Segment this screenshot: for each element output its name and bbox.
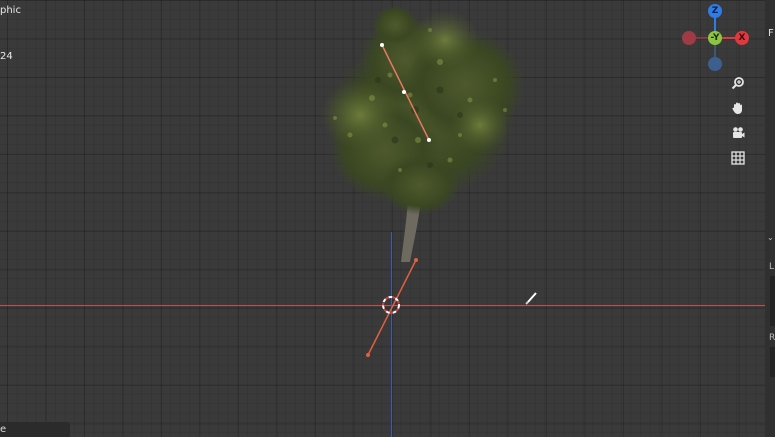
handle-point[interactable] bbox=[402, 90, 406, 94]
gizmo-z-axis[interactable]: Z bbox=[708, 4, 722, 18]
frame-number-label: 24 bbox=[0, 51, 13, 62]
gizmo-y-axis[interactable]: -Y bbox=[708, 31, 722, 45]
status-strip: e bbox=[0, 422, 70, 437]
panel-corner-label: F bbox=[768, 28, 774, 39]
handle-point[interactable] bbox=[366, 353, 370, 357]
tree-object[interactable] bbox=[0, 0, 765, 437]
pan-hand-icon[interactable] bbox=[729, 99, 747, 117]
panel-field[interactable] bbox=[770, 276, 775, 326]
zoom-icon[interactable] bbox=[729, 74, 747, 92]
panel-field[interactable] bbox=[770, 347, 775, 377]
chevron-down-icon[interactable]: ⌄ bbox=[767, 233, 774, 242]
panel-section-label: R bbox=[769, 333, 775, 343]
lower-bone-handle[interactable] bbox=[367, 259, 417, 356]
handle-point[interactable] bbox=[427, 138, 431, 142]
handle-point[interactable] bbox=[414, 258, 418, 262]
navigation-gizmo[interactable]: Z X -Y bbox=[675, 0, 755, 75]
view-mode-label: phic bbox=[0, 5, 21, 16]
gizmo-x-label: X bbox=[738, 33, 746, 43]
panel-section-label: L bbox=[769, 262, 775, 272]
pen-cursor-icon bbox=[525, 292, 537, 305]
grid-icon[interactable] bbox=[729, 149, 747, 167]
handle-point[interactable] bbox=[380, 43, 384, 47]
gizmo-z-label: Z bbox=[711, 6, 719, 16]
camera-icon[interactable] bbox=[729, 124, 747, 142]
gizmo-negative-z-axis[interactable] bbox=[708, 57, 722, 71]
gizmo-x-axis[interactable]: X bbox=[735, 31, 749, 45]
tree-canopy bbox=[320, 5, 525, 215]
3d-viewport[interactable]: phic 24 Z X -Y e bbox=[0, 0, 765, 437]
gizmo-negative-x-axis[interactable] bbox=[682, 31, 696, 45]
gizmo-y-label: -Y bbox=[710, 33, 720, 43]
